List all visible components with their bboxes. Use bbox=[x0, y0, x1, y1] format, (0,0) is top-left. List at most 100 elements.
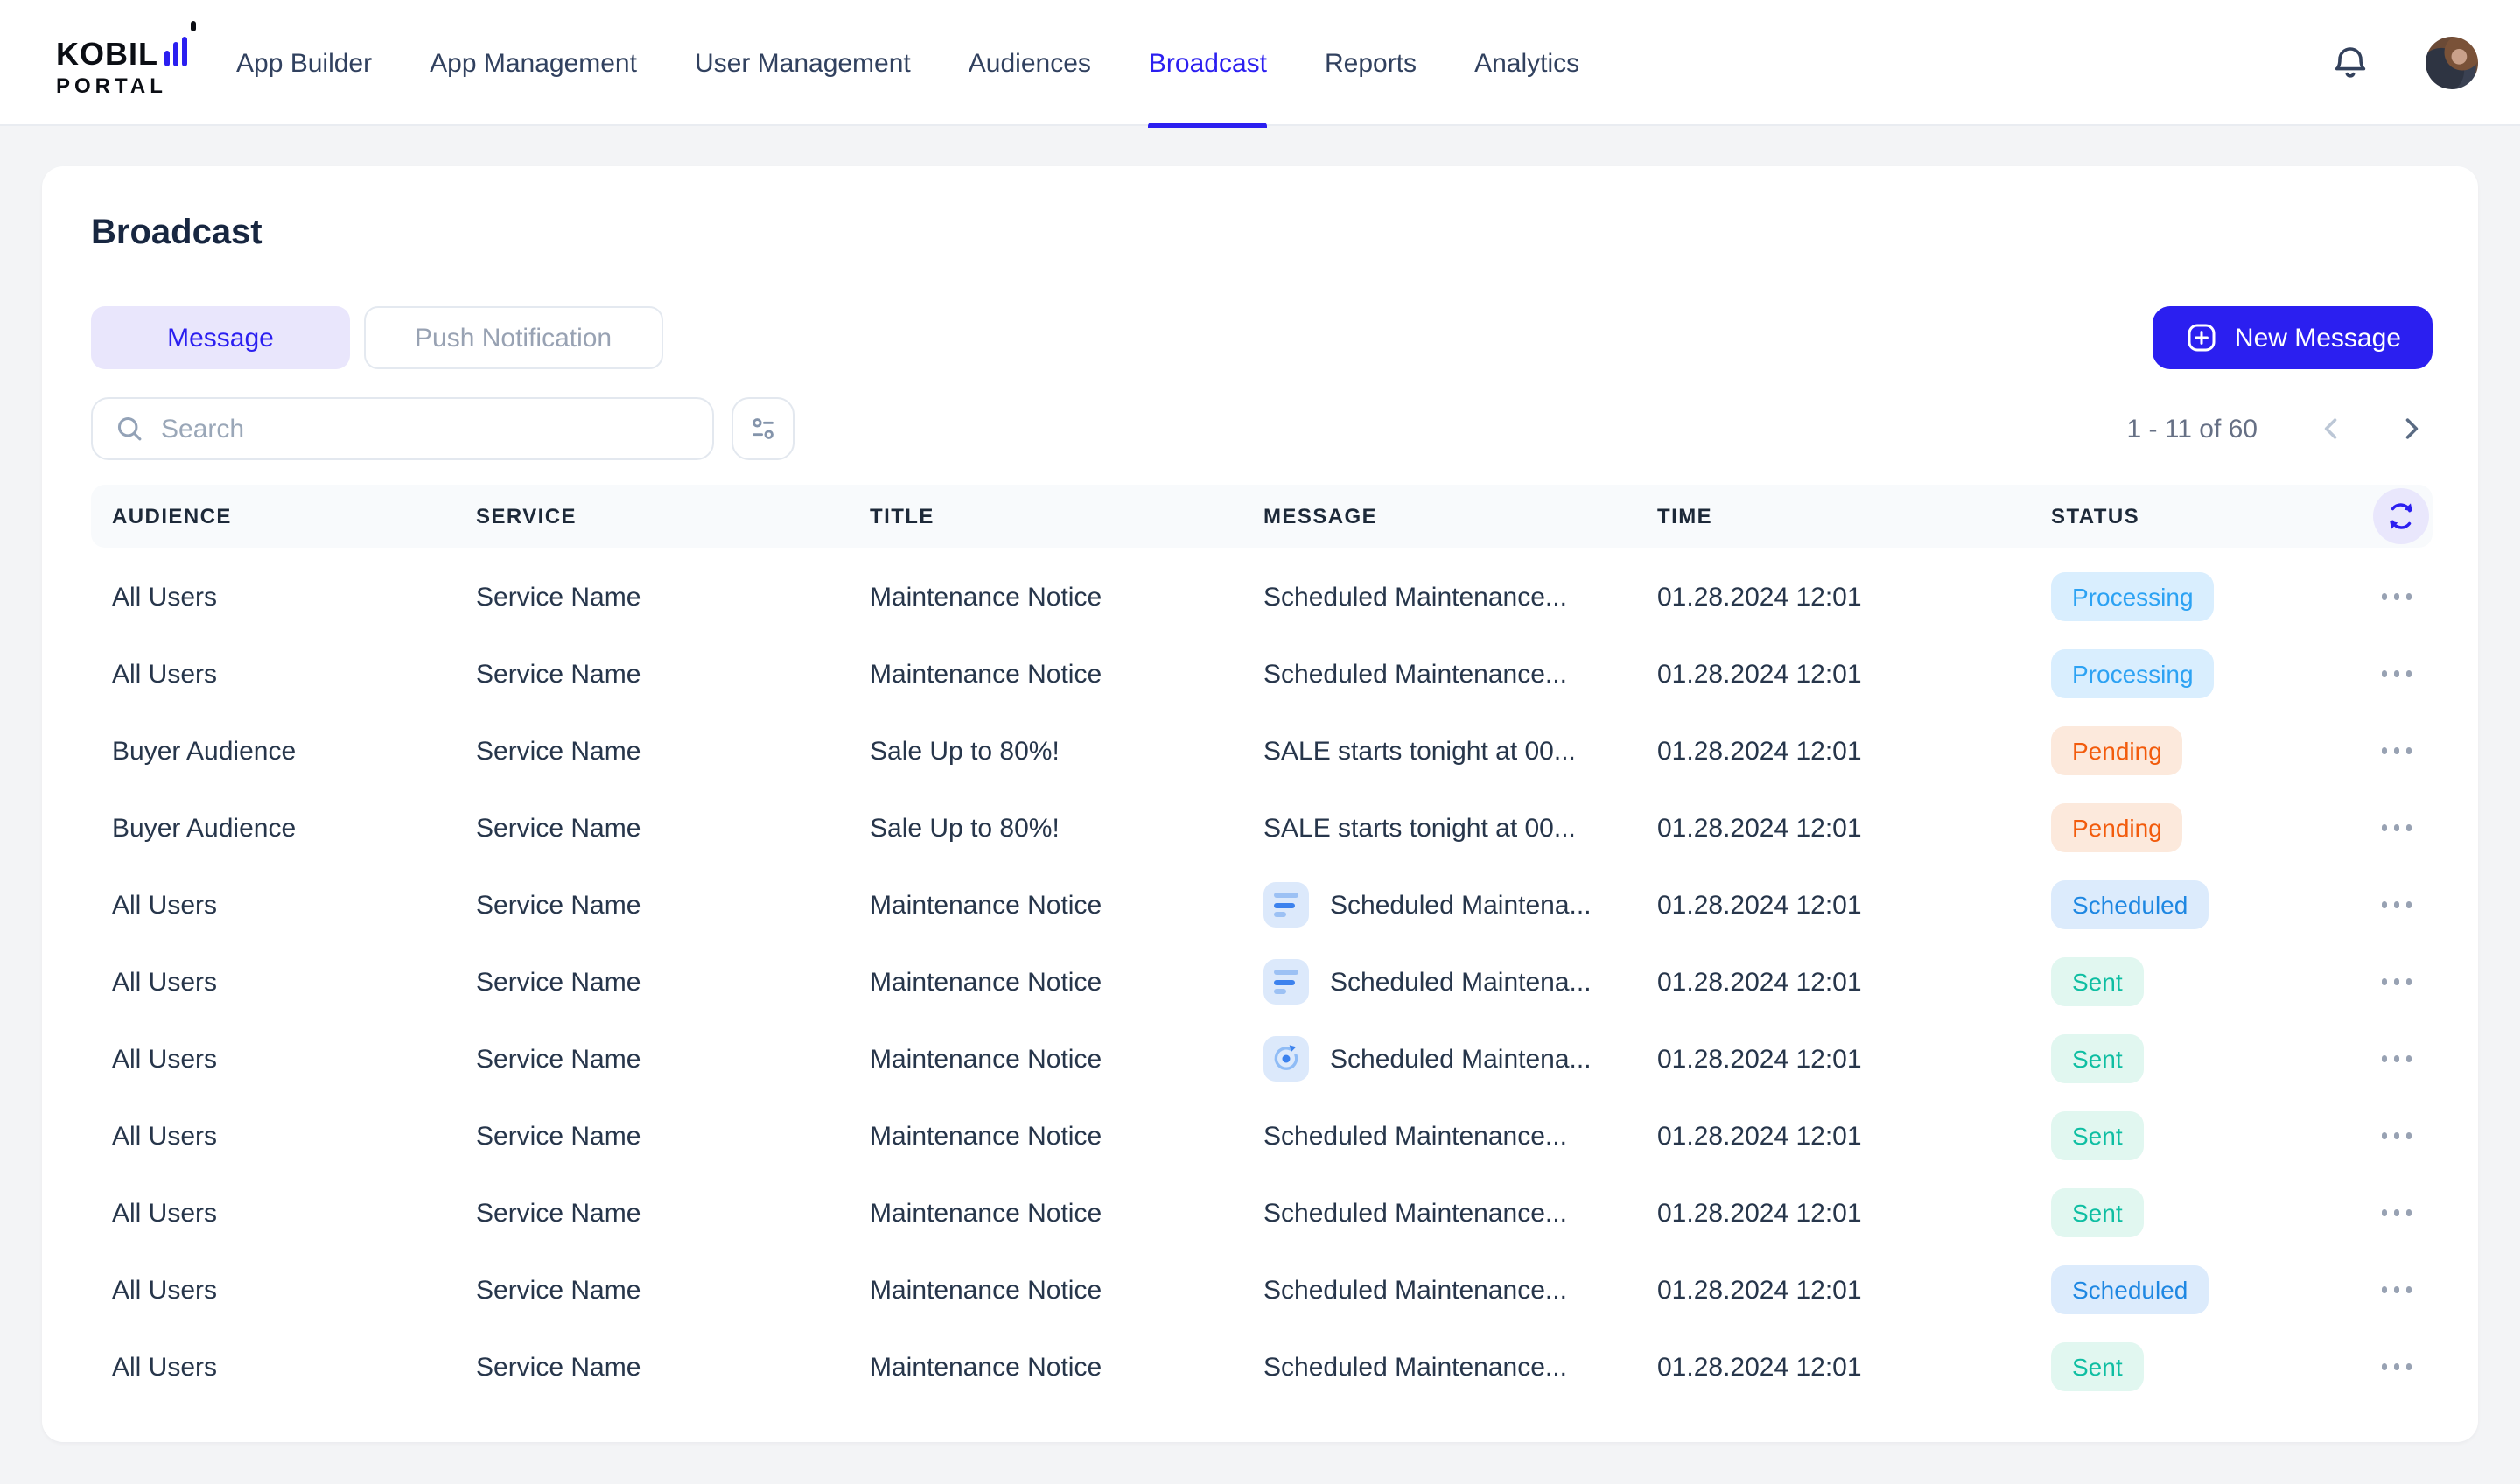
app-root: KOBIL PORTAL App Builder App Management … bbox=[0, 0, 2520, 1484]
table-row: All UsersService NameMaintenance NoticeS… bbox=[91, 1251, 2432, 1328]
cell-actions bbox=[2352, 1046, 2432, 1073]
status-badge: Processing bbox=[2051, 649, 2215, 698]
cell-time: 01.28.2024 12:01 bbox=[1657, 1275, 2051, 1305]
cell-service: Service Name bbox=[476, 736, 870, 766]
row-actions-button[interactable] bbox=[2374, 1123, 2418, 1150]
primary-nav: App Builder App Management User Manageme… bbox=[236, 0, 1579, 126]
nav-item-broadcast[interactable]: Broadcast bbox=[1149, 0, 1267, 126]
cell-status: Scheduled bbox=[2051, 880, 2352, 929]
row-actions-button[interactable] bbox=[2374, 738, 2418, 765]
next-page-button[interactable] bbox=[2390, 408, 2432, 450]
table-row: All UsersService NameMaintenance NoticeS… bbox=[91, 1328, 2432, 1405]
cell-service: Service Name bbox=[476, 1044, 870, 1074]
brand-logo[interactable]: KOBIL PORTAL bbox=[56, 28, 195, 96]
cell-status: Pending bbox=[2051, 803, 2352, 852]
cell-actions bbox=[2352, 1123, 2432, 1150]
cell-actions bbox=[2352, 1354, 2432, 1381]
cell-service: Service Name bbox=[476, 1121, 870, 1151]
cell-title: Maintenance Notice bbox=[870, 1198, 1264, 1228]
table-body: All UsersService NameMaintenance NoticeS… bbox=[91, 548, 2432, 1405]
pagination: 1 - 11 of 60 bbox=[2126, 408, 2432, 450]
column-header-status: STATUS bbox=[2051, 504, 2352, 528]
cell-status: Pending bbox=[2051, 726, 2352, 775]
filter-button[interactable] bbox=[732, 397, 794, 460]
user-avatar[interactable] bbox=[2426, 37, 2478, 89]
nav-item-app-management[interactable]: App Management bbox=[430, 0, 637, 126]
top-nav-bar: KOBIL PORTAL App Builder App Management … bbox=[0, 0, 2520, 126]
cell-audience: All Users bbox=[112, 659, 476, 689]
cell-time: 01.28.2024 12:01 bbox=[1657, 1198, 2051, 1228]
row-actions-button[interactable] bbox=[2374, 815, 2418, 842]
row-actions-button[interactable] bbox=[2374, 969, 2418, 996]
history-clock-icon bbox=[1269, 1041, 1304, 1076]
cell-service: Service Name bbox=[476, 659, 870, 689]
cell-service: Service Name bbox=[476, 890, 870, 920]
row-actions-button[interactable] bbox=[2374, 584, 2418, 611]
cell-message: SALE starts tonight at 00... bbox=[1264, 813, 1657, 843]
notifications-bell-button[interactable] bbox=[2328, 40, 2373, 86]
cell-audience: All Users bbox=[112, 1198, 476, 1228]
new-message-label: New Message bbox=[2235, 323, 2401, 353]
table-row: All UsersService NameMaintenance Notice S… bbox=[91, 866, 2432, 943]
cell-time: 01.28.2024 12:01 bbox=[1657, 659, 2051, 689]
status-badge: Scheduled bbox=[2051, 1265, 2208, 1314]
cell-message: Scheduled Maintenance... bbox=[1264, 1198, 1657, 1228]
cell-time: 01.28.2024 12:01 bbox=[1657, 1352, 2051, 1382]
cell-message: Scheduled Maintenance... bbox=[1264, 582, 1657, 612]
cell-title: Maintenance Notice bbox=[870, 1121, 1264, 1151]
row-actions-button[interactable] bbox=[2374, 1277, 2418, 1304]
plus-square-icon bbox=[2184, 320, 2219, 355]
cell-time: 01.28.2024 12:01 bbox=[1657, 736, 2051, 766]
cell-service: Service Name bbox=[476, 1352, 870, 1382]
nav-item-app-builder[interactable]: App Builder bbox=[236, 0, 372, 126]
cell-audience: All Users bbox=[112, 890, 476, 920]
sliders-filter-icon bbox=[747, 413, 779, 444]
table-row: Buyer AudienceService NameSale Up to 80%… bbox=[91, 789, 2432, 866]
row-actions-button[interactable] bbox=[2374, 892, 2418, 919]
search-box bbox=[91, 397, 714, 460]
refresh-button[interactable] bbox=[2373, 488, 2429, 544]
new-message-button[interactable]: New Message bbox=[2152, 306, 2432, 369]
cell-title: Maintenance Notice bbox=[870, 1044, 1264, 1074]
nav-item-audiences[interactable]: Audiences bbox=[969, 0, 1091, 126]
broadcast-table: AUDIENCE SERVICE TITLE MESSAGE TIME STAT… bbox=[91, 485, 2432, 1405]
toolbar-row: Message Push Notification New Message bbox=[91, 306, 2432, 369]
topbar-actions bbox=[2328, 0, 2478, 126]
nav-item-user-management[interactable]: User Management bbox=[695, 0, 911, 126]
cell-title: Maintenance Notice bbox=[870, 890, 1264, 920]
bell-icon bbox=[2329, 42, 2371, 84]
cell-actions bbox=[2352, 815, 2432, 842]
message-text: Scheduled Maintena... bbox=[1330, 967, 1592, 997]
table-row: All UsersService NameMaintenance NoticeS… bbox=[91, 558, 2432, 635]
search-input[interactable] bbox=[161, 414, 691, 444]
row-actions-button[interactable] bbox=[2374, 1354, 2418, 1381]
cell-audience: Buyer Audience bbox=[112, 736, 476, 766]
status-badge: Sent bbox=[2051, 1188, 2144, 1237]
cell-time: 01.28.2024 12:01 bbox=[1657, 813, 2051, 843]
status-badge: Sent bbox=[2051, 1342, 2144, 1391]
table-row: All UsersService NameMaintenance NoticeS… bbox=[91, 1020, 2432, 1097]
tab-message[interactable]: Message bbox=[91, 306, 350, 369]
cell-message: SALE starts tonight at 00... bbox=[1264, 736, 1657, 766]
message-text-lines-icon bbox=[1264, 959, 1309, 1004]
search-row: 1 - 11 of 60 bbox=[91, 397, 2432, 460]
column-header-message: MESSAGE bbox=[1264, 504, 1657, 528]
tab-push-notification[interactable]: Push Notification bbox=[364, 306, 662, 369]
nav-item-reports[interactable]: Reports bbox=[1325, 0, 1417, 126]
status-badge: Pending bbox=[2051, 726, 2183, 775]
table-row: All UsersService NameMaintenance NoticeS… bbox=[91, 943, 2432, 1020]
cell-message: Scheduled Maintenance... bbox=[1264, 1121, 1657, 1151]
cell-actions bbox=[2352, 969, 2432, 996]
prev-page-button[interactable] bbox=[2310, 408, 2352, 450]
cell-time: 01.28.2024 12:01 bbox=[1657, 1044, 2051, 1074]
row-actions-button[interactable] bbox=[2374, 1046, 2418, 1073]
cell-status: Processing bbox=[2051, 572, 2352, 621]
row-actions-button[interactable] bbox=[2374, 661, 2418, 688]
search-icon bbox=[114, 413, 145, 444]
cell-message: Scheduled Maintena... bbox=[1264, 1036, 1657, 1082]
status-badge: Sent bbox=[2051, 1034, 2144, 1083]
column-header-audience: AUDIENCE bbox=[112, 504, 476, 528]
cell-status: Sent bbox=[2051, 1188, 2352, 1237]
row-actions-button[interactable] bbox=[2374, 1200, 2418, 1227]
nav-item-analytics[interactable]: Analytics bbox=[1474, 0, 1579, 126]
